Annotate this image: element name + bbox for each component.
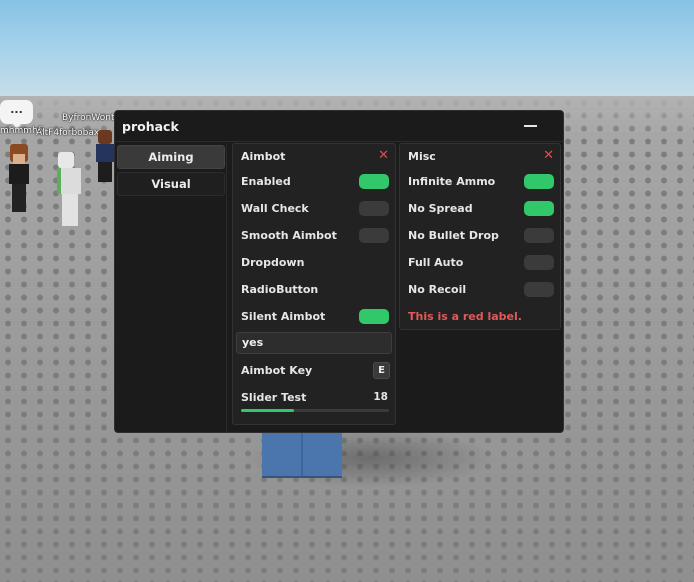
toggle-label: Wall Check: [241, 202, 309, 215]
player-avatar: [94, 130, 116, 184]
infinite-ammo-toggle[interactable]: [524, 174, 554, 189]
smooth-aimbot-row[interactable]: Smooth Aimbot: [233, 222, 395, 249]
toggle-label: Enabled: [241, 175, 291, 188]
tab-aiming[interactable]: Aiming: [117, 145, 225, 169]
enabled-row[interactable]: Enabled: [233, 168, 395, 195]
title-bar[interactable]: prohack: [115, 111, 563, 142]
tab-visual[interactable]: Visual: [117, 172, 225, 196]
aimbot-section: Aimbot ✕ Enabled Wall Check Smooth Aimbo…: [232, 143, 396, 425]
toggle-label: No Spread: [408, 202, 473, 215]
keybind-button[interactable]: E: [373, 362, 390, 379]
no-bullet-drop-row[interactable]: No Bullet Drop: [400, 222, 560, 249]
silent-aimbot-row[interactable]: Silent Aimbot: [233, 303, 395, 330]
wall-check-toggle[interactable]: [359, 201, 389, 216]
no-spread-row[interactable]: No Spread: [400, 195, 560, 222]
toggle-label: Infinite Ammo: [408, 175, 496, 188]
infinite-ammo-row[interactable]: Infinite Ammo: [400, 168, 560, 195]
section-title: Aimbot: [241, 150, 286, 163]
smooth-aimbot-toggle[interactable]: [359, 228, 389, 243]
slider-track[interactable]: [241, 409, 389, 412]
minimize-button[interactable]: [517, 117, 545, 135]
no-bullet-drop-toggle[interactable]: [524, 228, 554, 243]
toggle-label: Full Auto: [408, 256, 464, 269]
close-icon[interactable]: ✕: [378, 148, 389, 163]
red-label: This is a red label.: [408, 310, 522, 323]
player-avatar: [4, 144, 34, 216]
minimize-icon: [524, 125, 537, 127]
misc-section: Misc ✕ Infinite Ammo No Spread No Bullet…: [399, 143, 561, 330]
toggle-label: Smooth Aimbot: [241, 229, 337, 242]
no-recoil-row[interactable]: No Recoil: [400, 276, 560, 303]
toggle-label: No Bullet Drop: [408, 229, 499, 242]
sky-backdrop: [0, 0, 694, 96]
no-recoil-toggle[interactable]: [524, 282, 554, 297]
slider-fill: [241, 409, 295, 412]
prohack-window: prohack Aiming Visual Aimbot ✕ Enabled W…: [114, 110, 564, 433]
radio-button-label: RadioButton: [241, 283, 319, 296]
toggle-label: Silent Aimbot: [241, 310, 326, 323]
window-title: prohack: [122, 119, 179, 134]
aimbot-header: Aimbot ✕: [233, 144, 395, 168]
enabled-toggle[interactable]: [359, 174, 389, 189]
no-spread-toggle[interactable]: [524, 201, 554, 216]
tab-sidebar: Aiming Visual: [115, 143, 227, 432]
text-input-field[interactable]: yes: [236, 332, 392, 354]
player-avatar: [54, 152, 84, 228]
radio-button-row[interactable]: RadioButton: [233, 276, 395, 303]
full-auto-row[interactable]: Full Auto: [400, 249, 560, 276]
misc-header: Misc ✕: [400, 144, 560, 168]
aimbot-key-row[interactable]: Aimbot Key E: [233, 357, 395, 384]
red-label-row: This is a red label.: [400, 303, 560, 330]
dropdown-label: Dropdown: [241, 256, 305, 269]
blue-block: [262, 432, 342, 478]
close-icon[interactable]: ✕: [543, 148, 554, 163]
toggle-label: No Recoil: [408, 283, 467, 296]
slider-label: Slider Test: [241, 391, 307, 404]
slider-value: 18: [373, 391, 388, 403]
player-nametag: ByfronWonts: [62, 113, 120, 123]
silent-aimbot-toggle[interactable]: [359, 309, 389, 324]
keybind-label: Aimbot Key: [241, 364, 313, 377]
player-nametag: AltF4forbobax: [36, 128, 100, 138]
slider-row: Slider Test 18: [233, 384, 395, 420]
wall-check-row[interactable]: Wall Check: [233, 195, 395, 222]
chat-bubble: ...: [0, 100, 33, 129]
dropdown-row[interactable]: Dropdown: [233, 249, 395, 276]
full-auto-toggle[interactable]: [524, 255, 554, 270]
section-title: Misc: [408, 150, 436, 163]
